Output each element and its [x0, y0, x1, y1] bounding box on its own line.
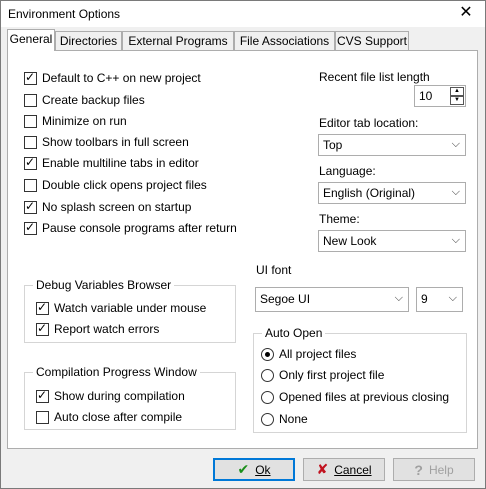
checkbox[interactable]	[24, 155, 37, 170]
x-icon: ✘	[316, 461, 329, 477]
debug-variables-group: Debug Variables Browser Watch variable u…	[24, 278, 236, 343]
checkbox[interactable]	[36, 300, 49, 315]
radio-only-first-file[interactable]: Only first project file	[261, 367, 384, 383]
editor-tab-label: Editor tab location:	[319, 116, 419, 130]
spin-down-icon[interactable]: ▼	[450, 96, 464, 105]
ui-font-size-select[interactable]: 9 ⌵	[416, 287, 463, 312]
chevron-down-icon: ⌵	[451, 234, 460, 246]
environment-options-window: Environment Options ✕ General Directorie…	[0, 0, 486, 489]
checkbox[interactable]	[24, 178, 37, 192]
checkbox[interactable]	[24, 199, 37, 214]
language-select[interactable]: English (Original) ⌵	[318, 182, 466, 204]
option-double-click[interactable]: Double click opens project files	[24, 177, 207, 193]
help-icon: ?	[414, 461, 423, 478]
option-multiline-tabs[interactable]: Enable multiline tabs in editor	[24, 155, 199, 171]
recent-file-spinner[interactable]: 10 ▲ ▼	[414, 85, 466, 107]
recent-file-label: Recent file list length	[319, 70, 430, 84]
spin-up-icon[interactable]: ▲	[450, 87, 464, 96]
radio-all-project-files[interactable]: All project files	[261, 346, 356, 362]
checkmark-icon: ✔	[237, 461, 250, 477]
ui-font-select[interactable]: Segoe UI ⌵	[255, 287, 409, 312]
checkbox[interactable]	[36, 388, 49, 403]
radio-opened-previous[interactable]: Opened files at previous closing	[261, 389, 449, 405]
tab-cvs-support[interactable]: CVS Support	[335, 31, 409, 50]
checkbox[interactable]	[24, 114, 37, 128]
editor-tab-select[interactable]: Top ⌵	[318, 134, 466, 156]
chevron-down-icon: ⌵	[451, 186, 460, 198]
theme-select[interactable]: New Look ⌵	[318, 230, 466, 252]
option-auto-close[interactable]: Auto close after compile	[36, 409, 182, 425]
option-create-backup[interactable]: Create backup files	[24, 92, 145, 108]
theme-label: Theme:	[319, 212, 360, 226]
title-bar: Environment Options ✕	[1, 1, 485, 27]
auto-open-group: Auto Open All project files Only first p…	[253, 326, 467, 433]
checkbox[interactable]	[24, 135, 37, 149]
checkbox[interactable]	[24, 93, 37, 107]
checkbox[interactable]	[24, 70, 37, 85]
option-watch-variable[interactable]: Watch variable under mouse	[36, 300, 206, 316]
radio-button[interactable]	[261, 390, 274, 404]
window-title: Environment Options	[8, 7, 121, 21]
tab-directories[interactable]: Directories	[55, 31, 122, 50]
chevron-down-icon: ⌵	[394, 292, 403, 304]
option-show-toolbars[interactable]: Show toolbars in full screen	[24, 134, 189, 150]
close-icon[interactable]: ✕	[457, 4, 475, 22]
option-pause-console[interactable]: Pause console programs after return	[24, 220, 237, 236]
option-show-during-compilation[interactable]: Show during compilation	[36, 388, 185, 404]
chevron-down-icon: ⌵	[451, 138, 460, 150]
radio-none[interactable]: None	[261, 411, 308, 427]
tab-file-associations[interactable]: File Associations	[234, 31, 335, 50]
cancel-button[interactable]: ✘ Cancel	[303, 458, 385, 481]
option-report-watch[interactable]: Report watch errors	[36, 321, 159, 337]
compilation-progress-group: Compilation Progress Window Show during …	[24, 365, 236, 430]
checkbox[interactable]	[24, 220, 37, 235]
help-button[interactable]: ? Help	[393, 458, 475, 481]
checkbox[interactable]	[36, 321, 49, 336]
option-no-splash[interactable]: No splash screen on startup	[24, 199, 191, 215]
general-panel: Default to C++ on new project Create bac…	[7, 50, 478, 449]
ui-font-label: UI font	[256, 263, 292, 277]
radio-button[interactable]	[261, 347, 274, 361]
ok-button[interactable]: ✔ Ok	[213, 458, 295, 481]
radio-button[interactable]	[261, 412, 274, 426]
tab-external-programs[interactable]: External Programs	[122, 31, 234, 50]
option-default-cpp[interactable]: Default to C++ on new project	[24, 70, 201, 86]
tab-general[interactable]: General	[7, 29, 55, 51]
chevron-down-icon: ⌵	[448, 292, 457, 304]
checkbox[interactable]	[36, 410, 49, 424]
option-minimize-on-run[interactable]: Minimize on run	[24, 113, 127, 129]
language-label: Language:	[319, 164, 376, 178]
radio-button[interactable]	[261, 368, 274, 382]
